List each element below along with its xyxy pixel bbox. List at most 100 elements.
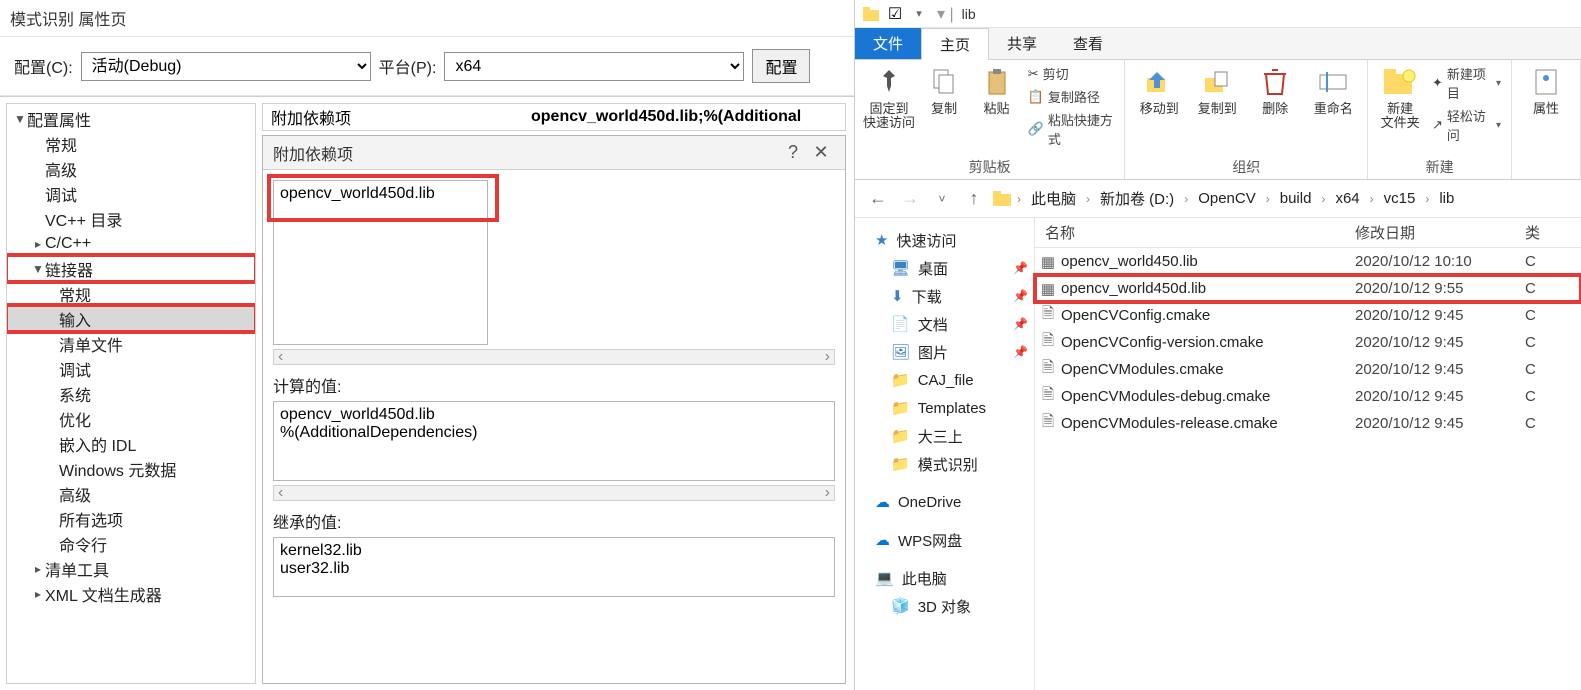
explorer-titlebar: ☑ ▾ ▾ | lib [855, 0, 1581, 28]
ribbon-group-clipboard: 剪贴板 [865, 155, 1114, 177]
file-row[interactable]: 🗎OpenCVModules.cmake2020/10/12 9:45C [1035, 356, 1581, 383]
config-label: 配置(C): [14, 54, 73, 78]
column-headers[interactable]: 名称 修改日期 类 [1035, 218, 1581, 248]
ribbon-copy[interactable]: 复制 [923, 64, 965, 116]
nav-da3[interactable]: 📁大三上 [861, 422, 1028, 450]
nav-templates[interactable]: 📁Templates [861, 394, 1028, 422]
tree-item-linker-system[interactable]: 系统 [7, 381, 255, 406]
tree-item-debug[interactable]: 调试 [7, 181, 255, 206]
tree-item-advanced[interactable]: 高级 [7, 156, 255, 181]
tree-item-vcdirs[interactable]: VC++ 目录 [7, 206, 255, 231]
breadcrumb-item[interactable]: 此电脑 [1027, 186, 1080, 211]
file-type: C [1525, 334, 1581, 351]
ribbon-delete[interactable]: 删除 [1251, 64, 1299, 116]
col-date[interactable]: 修改日期 [1355, 222, 1525, 243]
scrollbar[interactable] [273, 485, 835, 501]
inherit-label: 继承的值: [273, 509, 835, 533]
breadcrumb-item[interactable]: 新加卷 (D:) [1096, 186, 1178, 211]
nav-pattern[interactable]: 📁模式识别 [861, 450, 1028, 478]
nav-onedrive[interactable]: ☁OneDrive [861, 488, 1028, 516]
nav-3d[interactable]: 🧊3D 对象 [861, 592, 1028, 620]
nav-desktop[interactable]: 🖥桌面📌 [861, 254, 1028, 282]
breadcrumb-item[interactable]: vc15 [1380, 188, 1420, 209]
nav-thispc[interactable]: 💻此电脑 [861, 564, 1028, 592]
tree-item-xml-gen[interactable]: ▸XML 文档生成器 [7, 581, 255, 606]
platform-select[interactable]: x64 [444, 52, 744, 81]
nav-pictures[interactable]: 🖼图片📌 [861, 338, 1028, 366]
scrollbar[interactable] [273, 349, 835, 365]
tab-view[interactable]: 查看 [1055, 28, 1121, 59]
tab-share[interactable]: 共享 [989, 28, 1055, 59]
file-row[interactable]: ▦opencv_world450d.lib2020/10/12 9:55C [1035, 275, 1581, 302]
file-row[interactable]: 🗎OpenCVModules-debug.cmake2020/10/12 9:4… [1035, 383, 1581, 410]
file-name: OpenCVConfig.cmake [1061, 307, 1355, 324]
ribbon-rename[interactable]: 重命名 [1309, 64, 1357, 116]
tab-file[interactable]: 文件 [855, 28, 921, 59]
tree-item-linker-general[interactable]: 常规 [7, 281, 255, 306]
col-type[interactable]: 类 [1525, 222, 1581, 243]
tree-item-general[interactable]: 常规 [7, 131, 255, 156]
tree-item-linker-debug[interactable]: 调试 [7, 356, 255, 381]
file-row[interactable]: ▦opencv_world450.lib2020/10/12 10:10C [1035, 248, 1581, 275]
breadcrumb-item[interactable]: x64 [1331, 188, 1363, 209]
tree-root[interactable]: ▼配置属性 [7, 106, 255, 131]
file-icon: 🗎 [1035, 384, 1061, 409]
tree-item-linker-opt[interactable]: 优化 [7, 406, 255, 431]
config-manager-button[interactable]: 配置 [752, 49, 810, 83]
folder-icon: 📁 [891, 399, 910, 417]
ribbon-properties[interactable]: 属性 [1522, 64, 1570, 116]
tree-item-linker-cmdline[interactable]: 命令行 [7, 531, 255, 556]
qat-dropdown-icon[interactable]: ▾ [909, 4, 929, 24]
ribbon-copyto[interactable]: 复制到 [1193, 64, 1241, 116]
deps-edit-textarea[interactable]: opencv_world450d.lib [273, 180, 488, 345]
breadcrumb-item[interactable]: build [1276, 188, 1316, 209]
newitem-icon: ✦ [1432, 75, 1443, 91]
breadcrumb-item[interactable]: OpenCV [1194, 188, 1260, 209]
breadcrumb-bar: ← → ˅ ↑ › 此电脑› 新加卷 (D:)› OpenCV› build› … [855, 180, 1581, 218]
file-row[interactable]: 🗎OpenCVConfig-version.cmake2020/10/12 9:… [1035, 329, 1581, 356]
nav-quick-access[interactable]: ★快速访问 [861, 226, 1028, 254]
nav-caj[interactable]: 📁CAJ_file [861, 366, 1028, 394]
property-tree[interactable]: ▼配置属性 常规 高级 调试 VC++ 目录 ▸C/C++ ▼链接器 常规 输入… [6, 103, 256, 684]
ribbon-moveto[interactable]: 移动到 [1135, 64, 1183, 116]
ribbon-paste[interactable]: 粘贴 [975, 64, 1017, 116]
nav-documents[interactable]: 📄文档📌 [861, 310, 1028, 338]
tree-item-manifest-tool[interactable]: ▸清单工具 [7, 556, 255, 581]
back-button[interactable]: ← [865, 186, 891, 212]
tree-item-linker-input[interactable]: 输入 [7, 306, 255, 331]
tree-item-linker[interactable]: ▼链接器 [7, 256, 255, 281]
config-select[interactable]: 活动(Debug) [81, 52, 371, 81]
qat-checkbox-icon[interactable]: ☑ [885, 4, 905, 24]
col-name[interactable]: 名称 [1035, 222, 1355, 243]
property-row[interactable]: 附加依赖项 opencv_world450d.lib;%(Additional [262, 103, 846, 131]
nav-downloads[interactable]: ⬇下载📌 [861, 282, 1028, 310]
paste-icon [979, 64, 1015, 100]
recent-dropdown[interactable]: ˅ [929, 186, 955, 212]
tab-home[interactable]: 主页 [921, 28, 989, 60]
forward-button[interactable]: → [897, 186, 923, 212]
help-icon[interactable]: ? [779, 142, 807, 163]
tree-item-linker-manifest[interactable]: 清单文件 [7, 331, 255, 356]
ribbon-copy-path[interactable]: 📋复制路径 [1028, 87, 1115, 106]
tree-item-linker-all[interactable]: 所有选项 [7, 506, 255, 531]
close-icon[interactable]: ✕ [807, 142, 835, 163]
cube-icon: 🧊 [891, 597, 910, 615]
file-row[interactable]: 🗎OpenCVConfig.cmake2020/10/12 9:45C [1035, 302, 1581, 329]
ribbon-pin[interactable]: 固定到 快速访问 [865, 64, 913, 131]
file-date: 2020/10/12 9:45 [1355, 334, 1525, 351]
property-value: opencv_world450d.lib;%(Additional [531, 108, 801, 126]
up-button[interactable]: ↑ [961, 186, 987, 212]
ribbon-paste-shortcut[interactable]: 🔗粘贴快捷方式 [1028, 110, 1115, 148]
tree-item-linker-winmd[interactable]: Windows 元数据 [7, 456, 255, 481]
tree-item-cpp[interactable]: ▸C/C++ [7, 231, 255, 256]
download-icon: ⬇ [891, 287, 904, 305]
ribbon-easy-access[interactable]: ↗轻松访问▾ [1432, 106, 1501, 144]
file-row[interactable]: 🗎OpenCVModules-release.cmake2020/10/12 9… [1035, 410, 1581, 437]
ribbon-newitem[interactable]: ✦新建项目▾ [1432, 64, 1501, 102]
nav-wps[interactable]: ☁WPS网盘 [861, 526, 1028, 554]
tree-item-linker-idl[interactable]: 嵌入的 IDL [7, 431, 255, 456]
breadcrumb-item[interactable]: lib [1435, 188, 1458, 209]
ribbon-newfolder[interactable]: 新建 文件夹 [1378, 64, 1422, 131]
ribbon-cut[interactable]: ✂剪切 [1028, 64, 1115, 83]
tree-item-linker-advanced[interactable]: 高级 [7, 481, 255, 506]
